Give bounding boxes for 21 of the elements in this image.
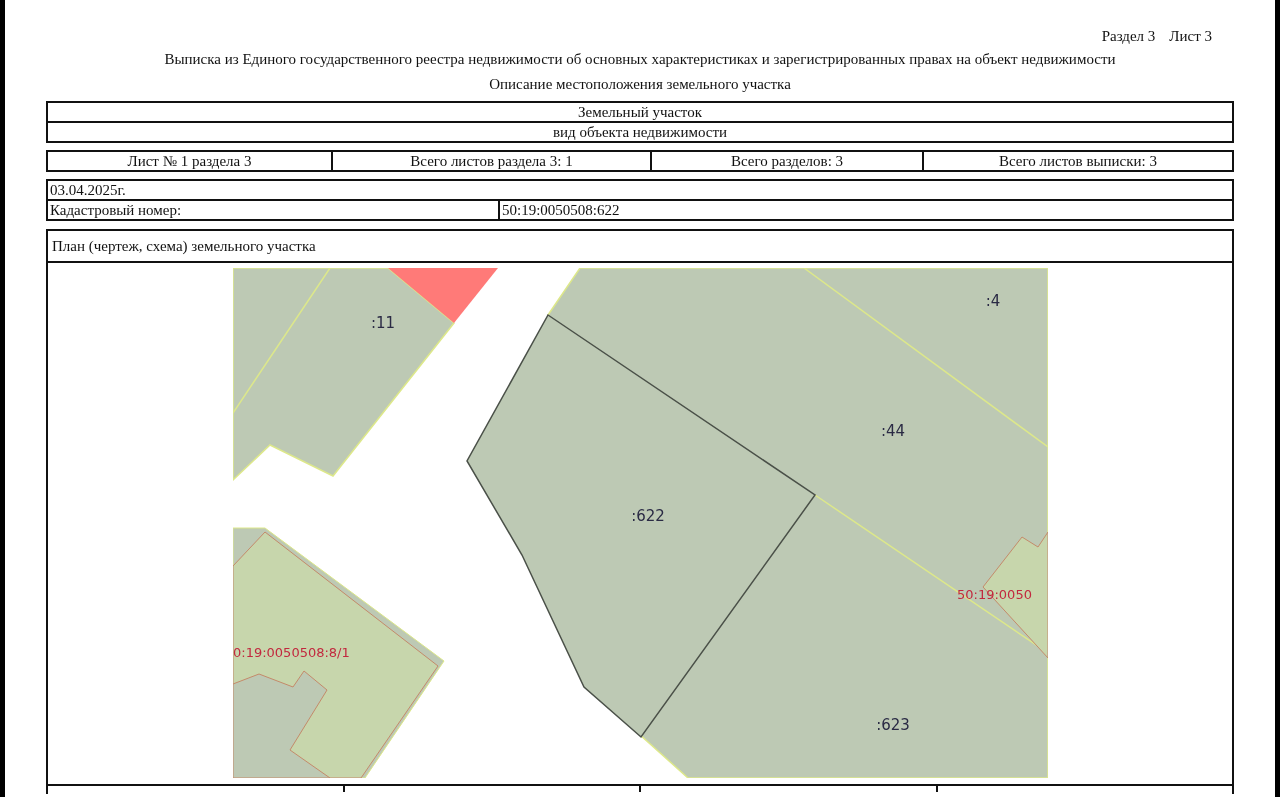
table-cell-text: вид объекта недвижимости xyxy=(551,123,729,141)
parcel-label: :623 xyxy=(875,716,910,734)
parcel-label: :44 xyxy=(880,422,905,440)
table-cell: Всего листов выписки: 3 xyxy=(922,152,1232,170)
block-number-label: 50:19:0050 xyxy=(956,587,1032,602)
table-cell-text: Земельный участок xyxy=(576,103,703,121)
table-cell: 50:19:0050508:622 xyxy=(498,201,1232,219)
parcel-label: :11 xyxy=(370,314,395,332)
plan-title: План (чертеж, схема) земельного участка xyxy=(48,231,1232,263)
parcel-label: :4 xyxy=(985,292,1000,310)
table-cell: Всего листов раздела 3: 1 xyxy=(331,152,650,170)
parcel-label: :622 xyxy=(630,507,665,525)
table-cell: Всего разделов: 3 xyxy=(650,152,922,170)
document-title: Выписка из Единого государственного реестра недвижимости об основных характеристиках и зарегистрированных правах на объект недвижимости xyxy=(163,50,1117,69)
date-cell-text: 03.04.2025г. xyxy=(49,181,126,199)
document-subtitle: Описание местоположения земельного участка xyxy=(488,75,792,94)
page-reference: Лист 3 xyxy=(1169,27,1212,46)
page-reference: Раздел 3 xyxy=(1101,27,1156,46)
table-cell-text: Лист № 1 раздела 3 xyxy=(126,152,253,170)
block-number-label: 0:19:0050508:8/1 xyxy=(232,645,350,660)
table-cell-text: Кадастровый номер: xyxy=(49,201,183,219)
